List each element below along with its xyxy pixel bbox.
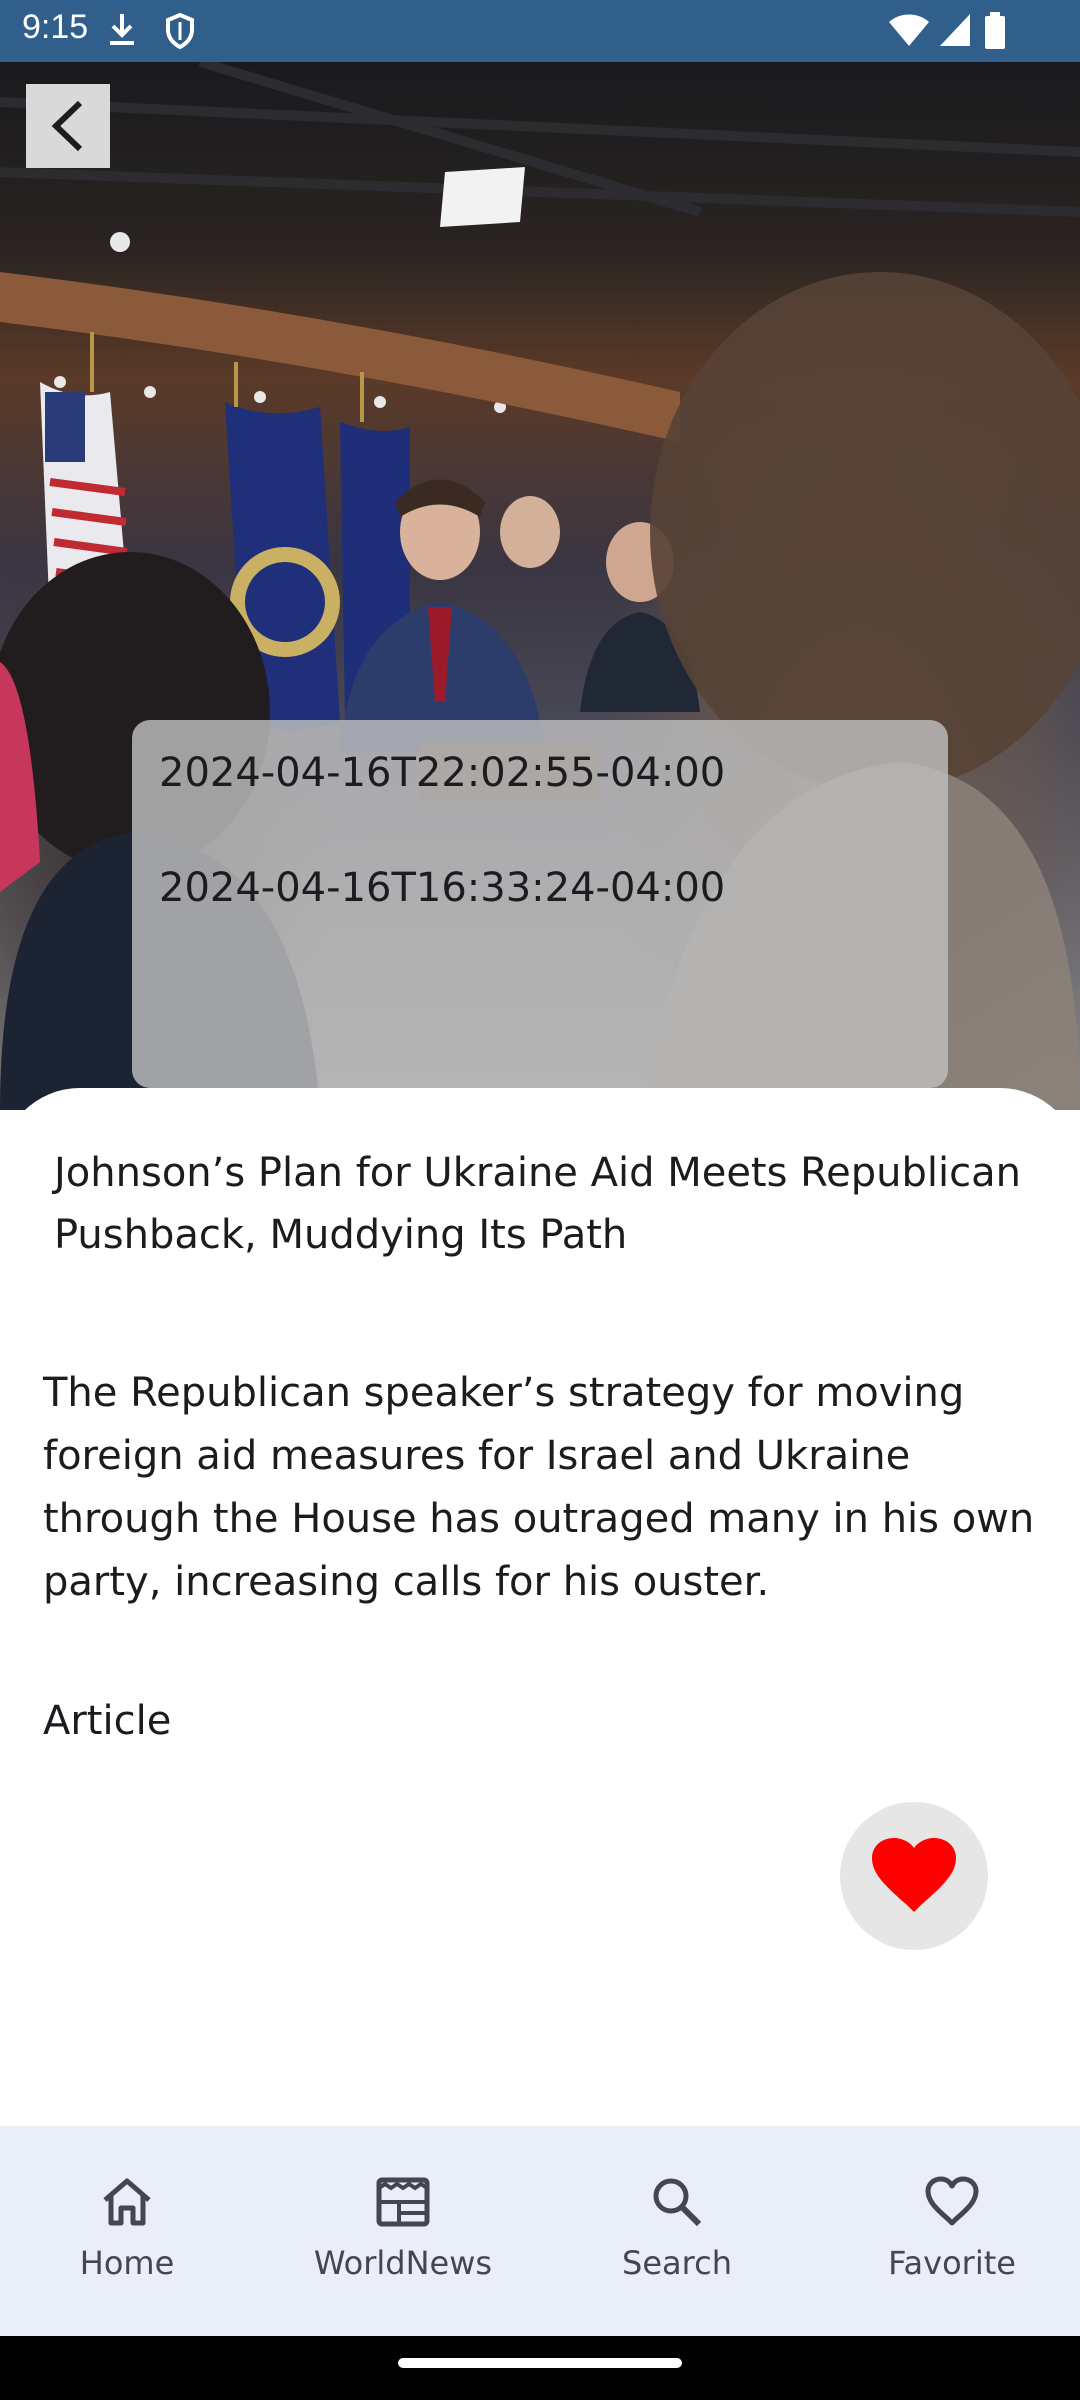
chevron-left-icon — [51, 100, 83, 152]
download-icon — [106, 12, 138, 52]
nav-label-worldnews: WorldNews — [313, 2244, 493, 2282]
status-bar: 9:15 — [0, 0, 1080, 62]
nav-item-home[interactable]: Home — [0, 2126, 262, 2336]
battery-icon — [984, 12, 1006, 54]
nav-item-worldnews[interactable]: WorldNews — [268, 2126, 538, 2336]
published-date: 2024-04-16T22:02:55-04:00 — [159, 750, 726, 796]
article-headline: Johnson’s Plan for Ukraine Aid Meets Rep… — [54, 1150, 1021, 1258]
heart-filled-icon — [872, 1838, 956, 1912]
gesture-bar — [0, 2336, 1080, 2400]
nav-label-search: Search — [622, 2244, 732, 2282]
article-summary: The Republican speaker’s strategy for mo… — [43, 1370, 1035, 1605]
nav-item-search[interactable]: Search — [542, 2126, 812, 2336]
search-icon — [651, 2172, 703, 2232]
wifi-icon — [888, 12, 930, 52]
updated-date: 2024-04-16T16:33:24-04:00 — [159, 865, 726, 911]
date-card: 2024-04-16T22:02:55-04:00 2024-04-16T16:… — [132, 720, 948, 1088]
signal-icon — [938, 12, 972, 52]
nav-item-favorite[interactable]: Favorite — [817, 2126, 1080, 2336]
bottom-nav: Home WorldNews Search Favorite — [0, 2126, 1080, 2336]
home-icon — [99, 2172, 155, 2232]
home-indicator[interactable] — [398, 2358, 682, 2368]
nav-label-home: Home — [79, 2244, 175, 2282]
nav-label-favorite: Favorite — [888, 2244, 1016, 2282]
favorite-button[interactable] — [840, 1802, 988, 1950]
heart-outline-icon — [924, 2172, 980, 2232]
back-button[interactable] — [26, 84, 110, 168]
shield-icon — [164, 12, 196, 54]
newspaper-icon — [375, 2172, 431, 2232]
article-type-label: Article — [43, 1698, 172, 1744]
status-time: 9:15 — [22, 8, 89, 46]
